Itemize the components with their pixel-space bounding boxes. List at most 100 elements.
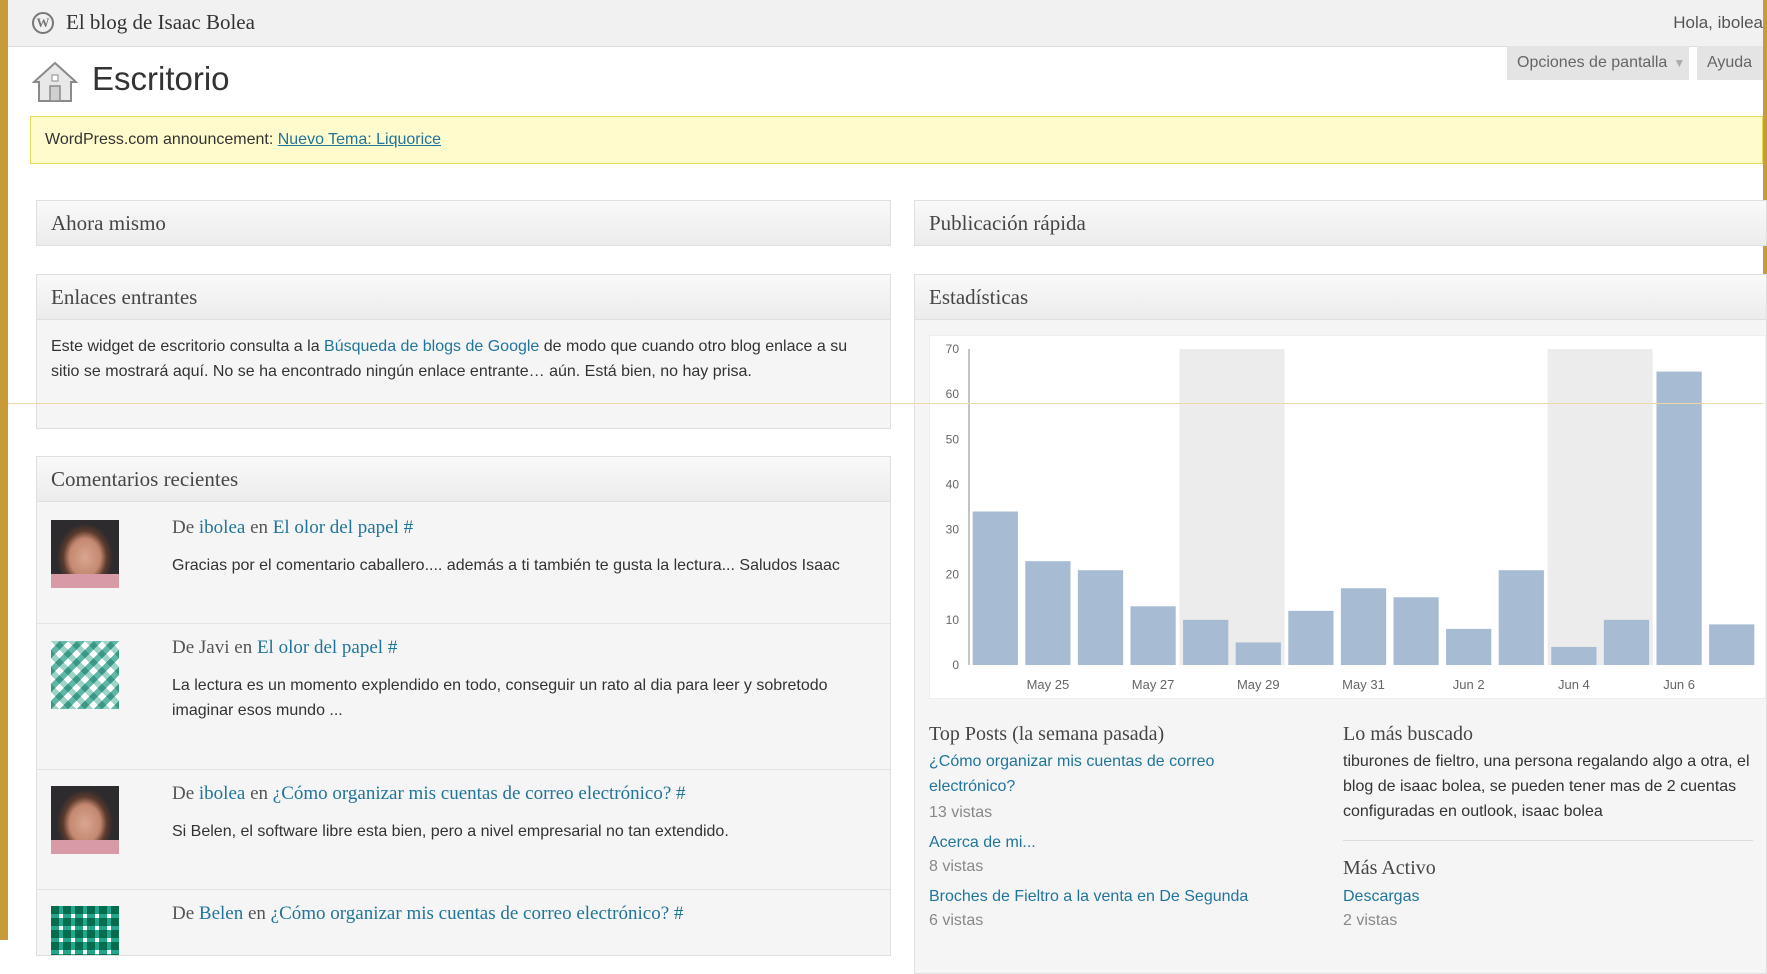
chart-bar[interactable] bbox=[1551, 646, 1597, 665]
comment-header: De Javi en El olor del papel # bbox=[172, 637, 397, 659]
incoming-links-title[interactable]: Enlaces entrantes bbox=[37, 275, 890, 320]
x-tick-label: Jun 6 bbox=[1663, 677, 1695, 692]
y-tick-label: 0 bbox=[952, 658, 959, 672]
admin-bar: W El blog de Isaac Bolea Hola, ibolea bbox=[8, 0, 1763, 47]
stats-divider bbox=[1343, 840, 1753, 841]
comment-permalink[interactable]: # bbox=[674, 903, 684, 924]
y-tick-label: 60 bbox=[946, 387, 960, 401]
top-posts-title: Top Posts (la semana pasada) bbox=[929, 723, 1165, 745]
comment-post-link[interactable]: El olor del papel bbox=[273, 517, 399, 538]
comment-author-link[interactable]: Belen bbox=[199, 903, 243, 924]
incoming-links-panel: Enlaces entrantes Este widget de escrito… bbox=[36, 274, 891, 429]
top-post-views: 13 vistas bbox=[929, 804, 993, 821]
comment-excerpt: Si Belen, el software libre esta bien, p… bbox=[172, 823, 729, 840]
quick-press-title[interactable]: Publicación rápida bbox=[915, 201, 1766, 245]
comment-author-link[interactable]: ibolea bbox=[199, 517, 245, 538]
chart-bar[interactable] bbox=[1235, 642, 1281, 665]
most-active-views: 2 vistas bbox=[1343, 912, 1398, 929]
right-now-panel: Ahora mismo bbox=[36, 200, 891, 246]
top-post-views: 8 vistas bbox=[929, 858, 984, 875]
chart-bar[interactable] bbox=[972, 511, 1018, 665]
avatar bbox=[51, 786, 119, 854]
x-tick-label: Jun 4 bbox=[1558, 677, 1590, 692]
chart-bar[interactable] bbox=[1393, 597, 1439, 665]
help-tab[interactable]: Ayuda bbox=[1697, 46, 1763, 80]
avatar bbox=[51, 906, 119, 955]
wordpress-logo-icon[interactable]: W bbox=[32, 12, 54, 34]
comment-post-link[interactable]: ¿Cómo organizar mis cuentas de correo el… bbox=[271, 903, 669, 924]
chart-bar[interactable] bbox=[1183, 619, 1229, 665]
most-active-title: Más Activo bbox=[1343, 857, 1436, 879]
comment-header: De ibolea en ¿Cómo organizar mis cuentas… bbox=[172, 783, 686, 805]
x-tick-label: May 29 bbox=[1237, 677, 1280, 692]
help-label: Ayuda bbox=[1707, 54, 1753, 71]
chart-bar[interactable] bbox=[1077, 570, 1124, 665]
window-edge-left bbox=[0, 0, 20, 940]
comment-item: De Belen en ¿Cómo organizar mis cuentas … bbox=[37, 889, 890, 955]
top-post-link[interactable]: Broches de Fieltro a la venta en De Segu… bbox=[929, 884, 1309, 909]
comment-permalink[interactable]: # bbox=[388, 637, 398, 658]
comment-item: De ibolea en El olor del papel # Gracias… bbox=[37, 503, 890, 624]
triangle-down-icon: ▼ bbox=[1673, 56, 1686, 70]
announcement-prefix: WordPress.com announcement: bbox=[45, 131, 274, 148]
comment-permalink[interactable]: # bbox=[404, 517, 414, 538]
comment-on: en bbox=[250, 517, 269, 538]
comment-header: De Belen en ¿Cómo organizar mis cuentas … bbox=[172, 903, 683, 925]
avatar bbox=[51, 641, 119, 709]
y-tick-label: 70 bbox=[946, 342, 960, 356]
chart-bar[interactable] bbox=[1498, 570, 1544, 665]
comment-post-link[interactable]: El olor del papel bbox=[257, 637, 383, 658]
chart-bar[interactable] bbox=[1446, 628, 1492, 665]
howdy-user-menu[interactable]: Hola, ibolea bbox=[1673, 13, 1763, 33]
x-tick-label: May 27 bbox=[1132, 677, 1175, 692]
page-title: Escritorio bbox=[92, 60, 230, 97]
stats-title[interactable]: Estadísticas bbox=[915, 275, 1766, 320]
top-post-link[interactable]: ¿Cómo organizar mis cuentas de correo el… bbox=[929, 749, 1219, 799]
incoming-text-before: Este widget de escritorio consulta a la bbox=[51, 338, 325, 355]
comment-on: en bbox=[250, 783, 269, 804]
comment-item: De ibolea en ¿Cómo organizar mis cuentas… bbox=[37, 769, 890, 890]
avatar bbox=[51, 520, 119, 588]
comment-author-link[interactable]: ibolea bbox=[199, 783, 245, 804]
comment-on: en bbox=[247, 903, 266, 924]
announcement-link[interactable]: Nuevo Tema: Liquorice bbox=[278, 131, 441, 148]
announcement-notice: WordPress.com announcement: Nuevo Tema: … bbox=[30, 116, 1763, 164]
chart-bar[interactable] bbox=[1288, 610, 1334, 665]
right-now-title[interactable]: Ahora mismo bbox=[37, 201, 890, 245]
chart-bar[interactable] bbox=[1130, 606, 1176, 665]
chart-bar[interactable] bbox=[1603, 619, 1650, 665]
chart-bar[interactable] bbox=[1709, 624, 1755, 665]
comment-from: De bbox=[172, 903, 195, 924]
comment-excerpt: La lectura es un momento explendido en t… bbox=[172, 677, 828, 719]
comment-permalink[interactable]: # bbox=[676, 783, 686, 804]
chart-bar[interactable] bbox=[1025, 561, 1071, 665]
y-tick-label: 20 bbox=[946, 568, 960, 582]
google-blog-search-link[interactable]: Búsqueda de blogs de Google bbox=[324, 338, 539, 355]
most-searched-title: Lo más buscado bbox=[1343, 723, 1473, 745]
comment-from: De bbox=[172, 637, 195, 658]
recent-comments-title[interactable]: Comentarios recientes bbox=[37, 457, 890, 502]
x-tick-label: Jun 2 bbox=[1453, 677, 1485, 692]
screen-options-tab[interactable]: Opciones de pantalla ▼ bbox=[1507, 46, 1689, 80]
views-bar-chart: 0 10 20 30 40 50 60 70 May 25 May 27 May 29 May 31 J… bbox=[929, 335, 1766, 699]
top-post-link[interactable]: Acerca de mi... bbox=[929, 830, 1309, 855]
comment-from: De bbox=[172, 783, 195, 804]
x-tick-label: May 31 bbox=[1342, 677, 1385, 692]
chart-bar[interactable] bbox=[1340, 588, 1387, 665]
comment-header: De ibolea en El olor del papel # bbox=[172, 517, 413, 539]
comment-author: Javi bbox=[198, 637, 230, 658]
y-tick-label: 30 bbox=[946, 523, 960, 537]
comment-excerpt: Gracias por el comentario caballero.... … bbox=[172, 557, 840, 574]
screen-options-label: Opciones de pantalla bbox=[1517, 54, 1668, 71]
weekend-band bbox=[1547, 349, 1653, 665]
y-tick-label: 50 bbox=[946, 432, 960, 446]
y-tick-label: 40 bbox=[946, 477, 960, 491]
comment-on: en bbox=[234, 637, 253, 658]
recent-comments-panel: Comentarios recientes De ibolea en El ol… bbox=[36, 456, 891, 956]
x-tick-label: May 25 bbox=[1027, 677, 1070, 692]
site-title[interactable]: El blog de Isaac Bolea bbox=[66, 10, 255, 35]
chart-bar[interactable] bbox=[1656, 371, 1702, 665]
most-active-link[interactable]: Descargas bbox=[1343, 884, 1419, 909]
comment-post-link[interactable]: ¿Cómo organizar mis cuentas de correo el… bbox=[273, 783, 671, 804]
comment-item: De Javi en El olor del papel # La lectur… bbox=[37, 623, 890, 770]
